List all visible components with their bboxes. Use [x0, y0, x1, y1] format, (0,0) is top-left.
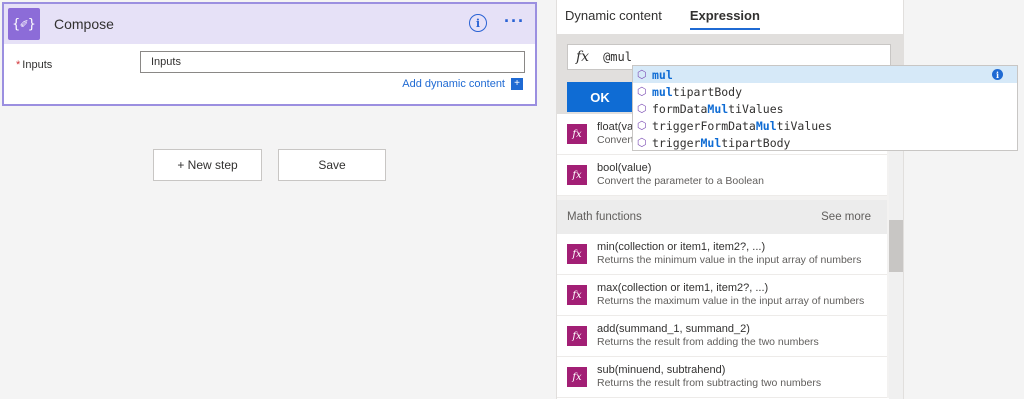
add-dynamic-plus-icon: + [511, 78, 523, 90]
autocomplete-item[interactable]: ⬡ mul i [633, 66, 1017, 83]
scrollbar-thumb[interactable] [889, 220, 903, 272]
function-icon: fx [567, 244, 587, 264]
info-icon[interactable]: i [992, 69, 1003, 80]
function-desc: Returns the result from subtracting two … [597, 377, 822, 390]
function-name: min(collection or item1, item2?, ...) [597, 241, 766, 254]
autocomplete-item[interactable]: ⬡ triggerFormData Mul tiValues [633, 117, 1017, 134]
function-desc: Returns the result from adding the two n… [597, 336, 819, 349]
compose-card: {✐} Compose i ··· * Inputs Inputs Add dyn… [2, 2, 537, 106]
inputs-label: * Inputs [16, 59, 53, 71]
function-item-min[interactable]: fx min(collection or item1, item2?, ...)… [557, 234, 887, 275]
dynamic-content-panel: Dynamic content Expression fx @mul OK fx… [556, 0, 904, 399]
function-icon: fx [567, 285, 587, 305]
fx-icon: fx [576, 49, 590, 65]
function-icon: fx [567, 367, 587, 387]
autocomplete-item[interactable]: ⬡ mul tipartBody [633, 83, 1017, 100]
see-more-link[interactable]: See more [821, 211, 871, 223]
cube-icon: ⬡ [637, 102, 647, 115]
function-item-add[interactable]: fx add(summand_1, summand_2) Returns the… [557, 316, 887, 357]
save-button[interactable]: Save [278, 149, 386, 181]
function-desc: Returns the maximum value in the input a… [597, 295, 865, 308]
function-desc: Convert the parameter to a Boolean [597, 175, 764, 188]
tab-expression[interactable]: Expression [689, 0, 761, 34]
function-name: max(collection or item1, item2?, ...) [597, 282, 769, 295]
cube-icon: ⬡ [637, 85, 647, 98]
function-desc: Convert [597, 134, 634, 147]
autocomplete-dropdown: ⬡ mul i ⬡ mul tipartBody ⬡ formData Mul tiV… [632, 65, 1018, 151]
function-name: sub(minuend, subtrahend) [597, 364, 726, 377]
autocomplete-item[interactable]: ⬡ trigger Mul tipartBody [633, 134, 1017, 151]
required-asterisk: * [16, 59, 21, 71]
function-icon: fx [567, 124, 587, 144]
add-dynamic-content-label: Add dynamic content [402, 78, 505, 90]
info-icon[interactable]: i [469, 14, 487, 32]
expression-text: @mul [603, 50, 632, 64]
cube-icon: ⬡ [637, 68, 647, 81]
panel-scrollbar[interactable] [889, 114, 903, 399]
add-dynamic-content-link[interactable]: Add dynamic content + [402, 78, 523, 90]
new-step-button[interactable]: + New step [153, 149, 262, 181]
tab-dynamic-content[interactable]: Dynamic content [565, 0, 662, 34]
function-name: float(va [597, 121, 634, 134]
compose-icon: {✐} [8, 8, 40, 40]
function-item-max[interactable]: fx max(collection or item1, item2?, ...)… [557, 275, 887, 316]
function-icon: fx [567, 165, 587, 185]
inputs-field[interactable]: Inputs [140, 51, 525, 73]
ok-button[interactable]: OK [567, 82, 633, 112]
function-desc: Returns the minimum value in the input a… [597, 254, 862, 267]
function-list: fx float(va Convert fx bool(value) Conve… [557, 114, 903, 398]
section-title: Math functions [567, 211, 642, 223]
more-options-icon[interactable]: ··· [504, 11, 525, 32]
function-item-sub[interactable]: fx sub(minuend, subtrahend) Returns the … [557, 357, 887, 398]
cube-icon: ⬡ [637, 136, 647, 149]
function-icon: fx [567, 326, 587, 346]
compose-header[interactable]: {✐} Compose i ··· [4, 4, 535, 44]
autocomplete-item[interactable]: ⬡ formData Mul tiValues [633, 100, 1017, 117]
function-name: add(summand_1, summand_2) [597, 323, 750, 336]
panel-tabs: Dynamic content Expression [557, 0, 903, 34]
function-item-bool[interactable]: fx bool(value) Convert the parameter to … [557, 155, 887, 196]
cube-icon: ⬡ [637, 119, 647, 132]
function-name: bool(value) [597, 162, 652, 175]
compose-title: Compose [54, 16, 114, 32]
math-functions-section: Math functions See more [557, 200, 887, 234]
